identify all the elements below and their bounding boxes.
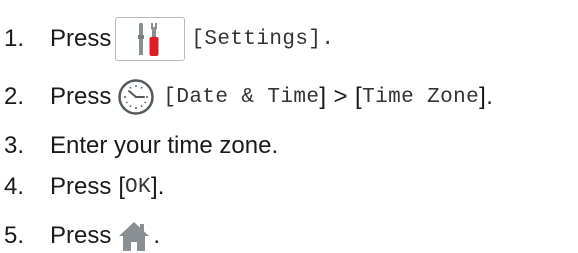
press-text: Press (50, 83, 112, 110)
settings-tools-icon (138, 23, 159, 56)
period: . (153, 222, 161, 249)
instruction-steps: 1. Press [ Settings ]. 2. Press [Date &… (0, 0, 578, 253)
step-text: Enter your time zone. (50, 132, 279, 159)
settings-label: Settings (204, 27, 309, 51)
bracket-open: [ (118, 173, 126, 200)
step-5: 5. Press . (4, 219, 160, 253)
bracket-close: ]. (151, 173, 165, 200)
date-time-label: Date & Time (176, 85, 320, 109)
step-3: 3. Enter your time zone. (4, 134, 278, 158)
step-2: 2. Press [ Date & Time ] > [ Time Zone ]… (4, 78, 493, 116)
step-1: 1. Press [ Settings ]. (4, 17, 334, 61)
bracket-close: ]. (308, 27, 335, 51)
bracket-open: [ (191, 27, 205, 51)
press-text: Press (50, 222, 112, 249)
bracket-separator: ] > [ (319, 83, 363, 110)
step-number: 2. (4, 83, 25, 110)
step-number: 5. (4, 222, 25, 249)
press-text: Press (50, 173, 112, 200)
step-number: 4. (4, 173, 25, 200)
clock-icon[interactable] (117, 78, 155, 116)
home-icon[interactable] (117, 219, 151, 253)
step-number: 3. (4, 132, 25, 159)
step-number: 1. (4, 25, 25, 52)
settings-button[interactable] (115, 17, 186, 61)
time-zone-label: Time Zone (362, 85, 480, 109)
bracket-open: [ (163, 85, 177, 109)
press-text: Press (50, 25, 112, 52)
step-4: 4. Press [ OK ]. (4, 175, 164, 199)
bracket-close: ]. (479, 83, 494, 110)
ok-label[interactable]: OK (125, 177, 151, 198)
